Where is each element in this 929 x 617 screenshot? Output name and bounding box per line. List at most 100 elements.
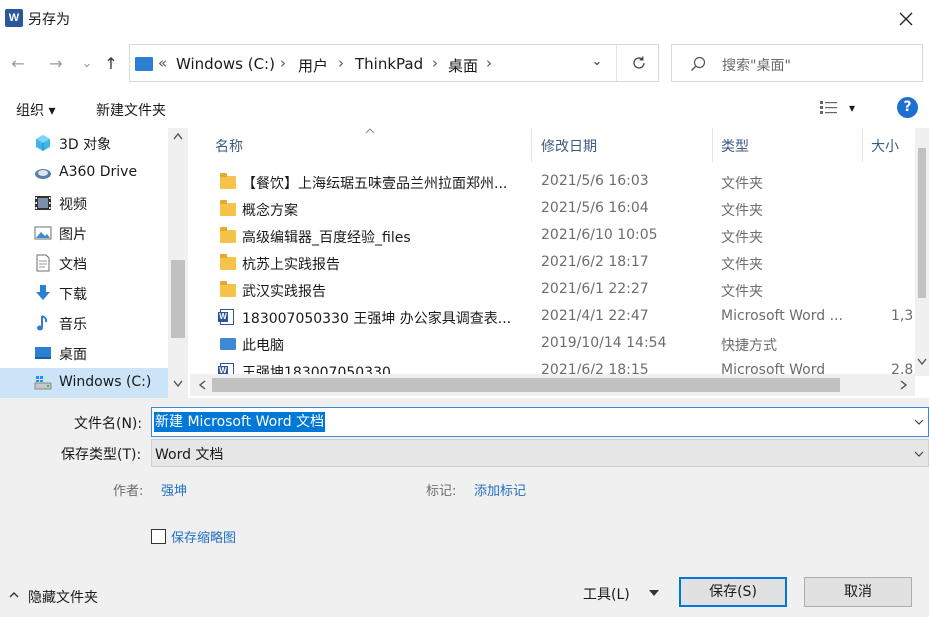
sidebar-item-desktop[interactable]: 桌面 [0, 338, 168, 368]
file-row[interactable]: 王强坤183007050330 2021/6/2 18:15 Microsoft… [190, 358, 915, 374]
word-doc-icon [218, 309, 236, 325]
file-list-vscrollbar[interactable] [915, 128, 929, 376]
address-dropdown-icon[interactable]: ⌄ [584, 54, 610, 74]
breadcrumb-thinkpad[interactable]: ThinkPad [355, 55, 423, 73]
filename-value: 新建 Microsoft Word 文档 [154, 412, 326, 432]
navigation-bar: ← → ⌄ ↑ « Windows (C:) › 用户 › ThinkPad ›… [0, 40, 929, 86]
column-divider[interactable] [712, 128, 713, 162]
filetype-select[interactable]: Word 文档 [151, 439, 929, 467]
sidebar-scrollbar[interactable] [168, 128, 188, 398]
cancel-button[interactable]: 取消 [804, 577, 912, 607]
scroll-left-icon[interactable] [198, 380, 206, 390]
sidebar-item-windows-c[interactable]: Windows (C:) [0, 368, 168, 398]
breadcrumb-separator[interactable]: › [486, 54, 492, 72]
scroll-up-icon[interactable] [173, 132, 183, 140]
hide-folders-button[interactable]: 隐藏文件夹 [28, 587, 98, 607]
chevron-up-icon[interactable] [9, 591, 19, 599]
file-date: 2021/6/2 18:17 [541, 254, 649, 270]
breadcrumb-separator[interactable]: › [338, 54, 344, 72]
close-button[interactable] [883, 0, 929, 38]
folder-icon [220, 281, 236, 298]
file-type: Microsoft Word [721, 362, 826, 374]
scroll-right-icon[interactable] [900, 380, 908, 390]
file-date: 2021/5/6 16:03 [541, 173, 649, 189]
author-value[interactable]: 强坤 [161, 480, 187, 499]
navigation-pane: 3D 对象 A360 Drive 视频 图片 文档 下载 音乐 桌面 Windo… [0, 128, 190, 398]
sidebar-item-label: Windows (C:) [59, 374, 152, 390]
column-type[interactable]: 类型 [721, 136, 749, 156]
sidebar-item-documents[interactable]: 文档 [0, 248, 168, 278]
column-divider[interactable] [862, 128, 863, 162]
sidebar-item-music[interactable]: 音乐 [0, 308, 168, 338]
sidebar-item-label: 3D 对象 [59, 137, 112, 153]
address-bar[interactable]: « Windows (C:) › 用户 › ThinkPad › 桌面 › ⌄ [129, 44, 659, 82]
sidebar-item-pictures[interactable]: 图片 [0, 218, 168, 248]
help-button[interactable]: ? [897, 97, 918, 118]
pictures-icon [34, 226, 52, 240]
file-row[interactable]: 【餐饮】上海纭琚五味壹品兰州拉面郑州... 2021/5/6 16:03 文件夹 [190, 169, 915, 196]
breadcrumb-desktop[interactable]: 桌面 [448, 55, 478, 76]
back-button[interactable]: ← [7, 52, 29, 74]
author-label: 作者: [113, 484, 144, 499]
tags-label: 标记: [426, 484, 457, 499]
file-row[interactable]: 概念方案 2021/5/6 16:04 文件夹 [190, 196, 915, 223]
recent-locations-button[interactable]: ⌄ [76, 52, 98, 74]
breadcrumb-drive[interactable]: Windows (C:) [176, 55, 275, 73]
refresh-icon [632, 56, 645, 69]
forward-button[interactable]: → [45, 52, 67, 74]
file-row[interactable]: 杭苏上实践报告 2021/6/2 18:17 文件夹 [190, 250, 915, 277]
file-row[interactable]: 此电脑 2019/10/14 14:54 快捷方式 [190, 331, 915, 358]
add-tags-field[interactable]: 添加标记 [474, 480, 526, 499]
tools-button[interactable]: 工具(L) [583, 584, 630, 604]
chevron-down-icon[interactable] [914, 418, 924, 426]
sidebar-item-downloads[interactable]: 下载 [0, 278, 168, 308]
chevron-down-icon [914, 451, 924, 457]
sidebar-item-label: 下载 [59, 287, 87, 303]
desktop-icon [35, 347, 51, 359]
scroll-down-icon[interactable] [173, 380, 183, 388]
view-details-icon[interactable] [820, 100, 838, 116]
sidebar-item-3d-objects[interactable]: 3D 对象 [0, 128, 168, 158]
file-row[interactable]: 武汉实践报告 2021/6/1 22:27 文件夹 [190, 277, 915, 304]
drive-icon [34, 376, 52, 390]
breadcrumb-users[interactable]: 用户 [298, 55, 328, 76]
breadcrumb-separator[interactable]: › [432, 54, 438, 72]
sidebar-item-a360-drive[interactable]: A360 Drive [0, 158, 168, 188]
file-list: 名称 修改日期 类型 大小 【餐饮】上海纭琚五味壹品兰州拉面郑州... 2021… [190, 128, 929, 398]
file-type: 文件夹 [721, 284, 763, 300]
column-divider[interactable] [531, 128, 532, 162]
column-name[interactable]: 名称 [215, 136, 243, 156]
file-name: 概念方案 [242, 203, 298, 219]
file-list-hscroll-thumb[interactable] [212, 378, 840, 392]
back-arrow-icon: ← [11, 53, 25, 73]
address-overflow[interactable]: « [158, 54, 167, 72]
breadcrumb-separator[interactable]: › [280, 54, 286, 72]
file-list-hscrollbar[interactable] [190, 374, 915, 396]
sidebar-scroll-thumb[interactable] [171, 260, 185, 338]
file-date: 2021/4/1 22:47 [541, 308, 649, 324]
save-button[interactable]: 保存(S) [679, 577, 787, 607]
column-size[interactable]: 大小 [871, 136, 899, 156]
scroll-down-icon[interactable] [917, 358, 927, 366]
new-folder-button[interactable]: 新建文件夹 [96, 100, 166, 120]
file-name: 武汉实践报告 [242, 284, 326, 300]
file-row[interactable]: 183007050330 王强坤 办公家具调查表... 2021/4/1 22:… [190, 304, 915, 331]
filename-input[interactable]: 新建 Microsoft Word 文档 [151, 407, 929, 437]
organize-button[interactable]: 组织 ▾ [16, 100, 55, 120]
save-thumbnail-checkbox[interactable] [151, 529, 166, 544]
file-date: 2021/6/10 10:05 [541, 227, 658, 243]
caret-down-icon[interactable] [649, 590, 659, 596]
view-options-dropdown[interactable]: ▾ [849, 101, 855, 115]
refresh-button[interactable] [616, 45, 660, 81]
file-row[interactable]: 高级编辑器_百度经验_files 2021/6/10 10:05 文件夹 [190, 223, 915, 250]
file-list-scroll-thumb[interactable] [918, 148, 926, 298]
save-thumbnail-label[interactable]: 保存缩略图 [171, 527, 236, 546]
search-box[interactable]: 搜索"桌面" [671, 44, 923, 82]
up-button[interactable]: ↑ [100, 52, 122, 74]
videos-icon [35, 196, 51, 210]
filetype-label: 保存类型(T): [61, 447, 142, 463]
sidebar-item-videos[interactable]: 视频 [0, 188, 168, 218]
file-type: 文件夹 [721, 230, 763, 246]
title-bar: W 另存为 [0, 0, 929, 38]
column-date[interactable]: 修改日期 [541, 136, 597, 156]
